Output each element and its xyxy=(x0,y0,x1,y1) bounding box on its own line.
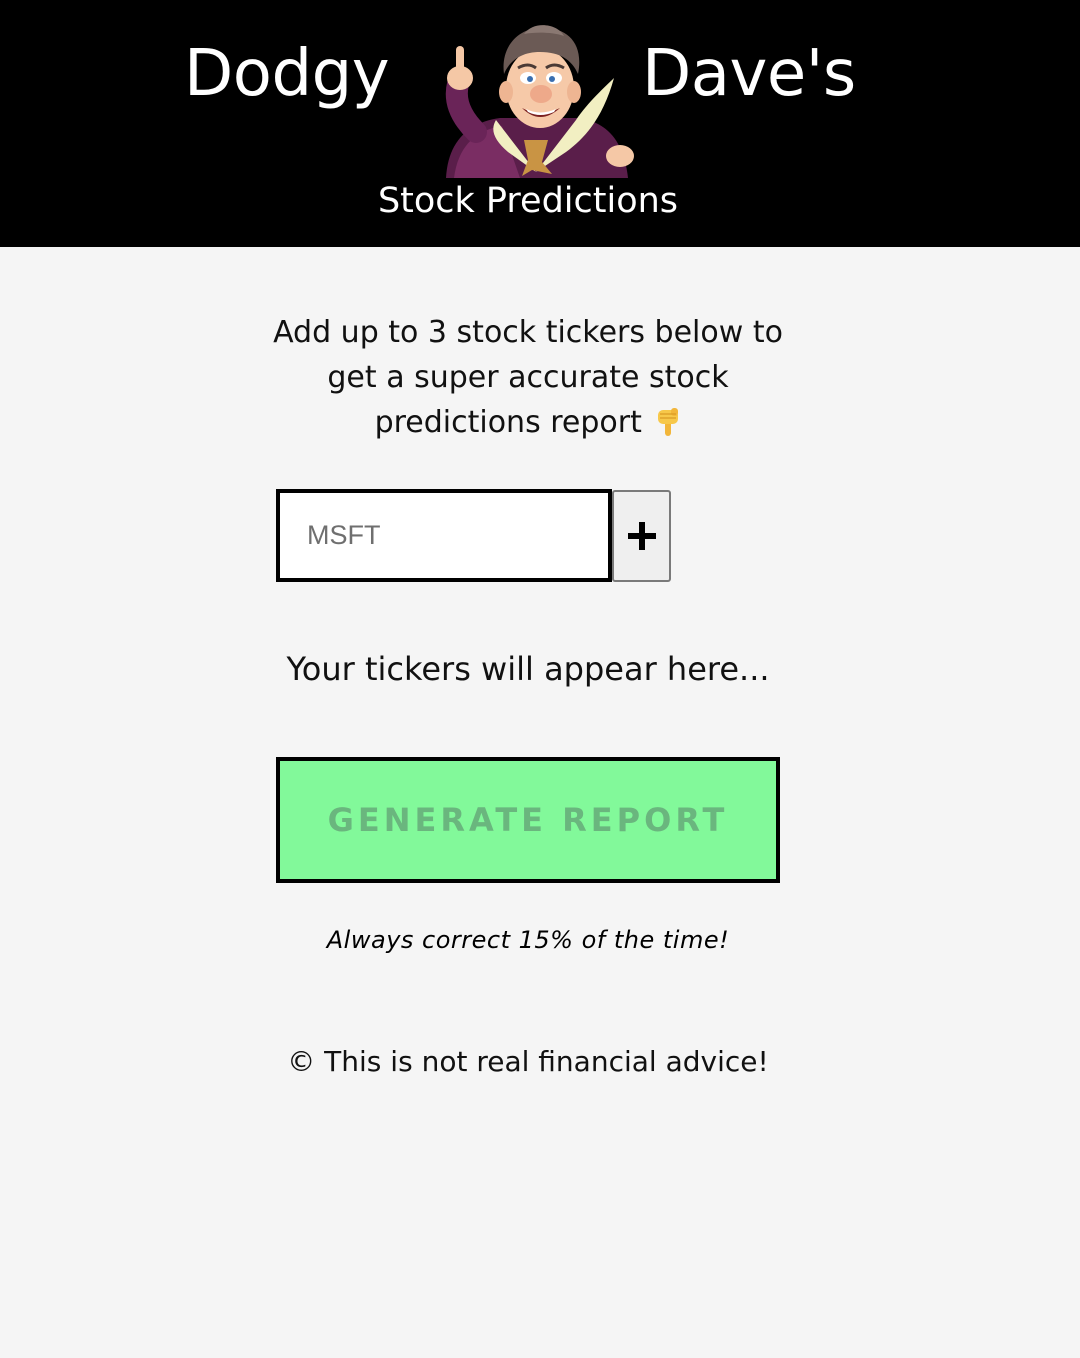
tickers-placeholder-text: Your tickers will appear here... xyxy=(286,650,770,688)
intro-text-block: Add up to 3 stock tickers below to get a… xyxy=(268,310,788,445)
brand-name-right: Dave's xyxy=(642,37,856,111)
plus-icon xyxy=(627,522,656,550)
site-subtitle: Stock Predictions xyxy=(377,181,679,221)
brand-name-left: Dodgy xyxy=(184,37,390,111)
ticker-input[interactable] xyxy=(276,489,612,582)
dodgy-dave-mascot-icon xyxy=(445,25,634,178)
tagline: Always correct 15% of the time! xyxy=(326,926,730,954)
ticker-input-form xyxy=(276,489,672,582)
generate-report-button[interactable]: GENERATE REPORT xyxy=(276,757,780,883)
intro-text: Add up to 3 stock tickers below to get a… xyxy=(273,315,783,440)
add-ticker-button[interactable] xyxy=(612,490,671,582)
footer-disclaimer: © This is not real financial advice! xyxy=(287,1045,769,1078)
site-header: Dodgy Dave's Stock Predictions xyxy=(0,0,1080,247)
pointing-down-hand-icon xyxy=(658,408,679,436)
